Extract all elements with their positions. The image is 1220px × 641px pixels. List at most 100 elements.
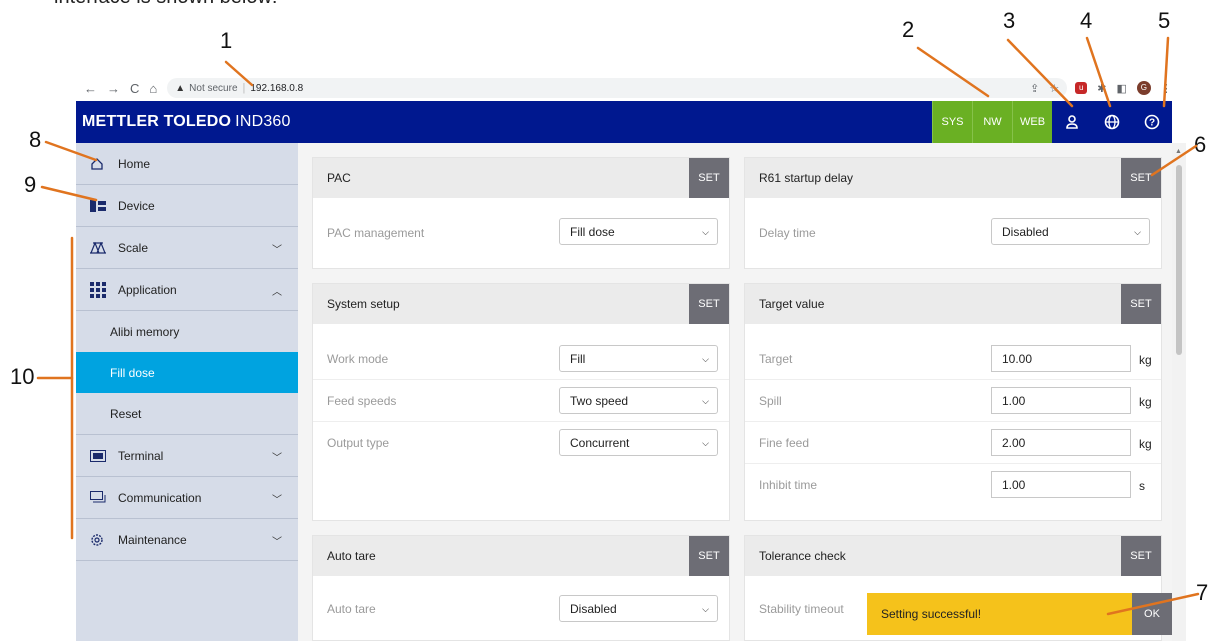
chevron-down-icon: ⌵	[702, 396, 709, 406]
sidebar-item-communication[interactable]: Communication ﹀	[76, 477, 298, 519]
inhibit-time-input[interactable]: 1.00	[991, 471, 1131, 498]
puzzle-icon[interactable]: ✱	[1097, 82, 1106, 95]
pac-management-select[interactable]: Fill dose ⌵	[559, 218, 718, 245]
sidebar-subitem-alibi-memory[interactable]: Alibi memory	[76, 311, 298, 352]
document-heading: interface is shown below:	[54, 0, 277, 9]
menu-kebab-icon[interactable]: ⋮	[1161, 82, 1172, 95]
home-icon[interactable]: ⌂	[149, 81, 157, 96]
field-label: Spill	[759, 393, 782, 408]
set-button[interactable]: SET	[689, 536, 729, 576]
back-icon[interactable]: ←	[84, 81, 97, 96]
language-button[interactable]	[1092, 101, 1132, 143]
field-label: Delay time	[759, 226, 816, 240]
set-button[interactable]: SET	[689, 284, 729, 324]
sidebar-item-scale[interactable]: Scale ﹀	[76, 227, 298, 269]
chevron-down-icon: ⌵	[702, 227, 709, 237]
card-title: Auto tare	[327, 549, 376, 563]
share-icon[interactable]: ⇪	[1030, 82, 1039, 95]
nw-button[interactable]: NW	[972, 101, 1012, 143]
sidebar-item-maintenance[interactable]: Maintenance ﹀	[76, 519, 298, 561]
sidebar-subitem-reset[interactable]: Reset	[76, 393, 298, 434]
scroll-up-icon[interactable]: ▲	[1175, 148, 1182, 155]
globe-icon	[1104, 114, 1120, 130]
field-label: Stability timeout	[759, 602, 844, 616]
field-label: Inhibit time	[759, 478, 818, 492]
chevron-up-icon: ︿	[272, 287, 282, 298]
system-setup-card: System setup SET Work mode Fill ⌵ Feed spe…	[312, 283, 730, 521]
scrollbar-thumb[interactable]	[1176, 165, 1182, 355]
brand-logo: METTLER TOLEDO IND360	[82, 113, 291, 131]
target-input[interactable]: 10.00	[991, 345, 1131, 372]
security-label: Not secure	[189, 82, 238, 94]
feed-speeds-select[interactable]: Two speed ⌵	[559, 387, 718, 414]
grid-icon	[90, 281, 110, 298]
reload-icon[interactable]: C	[130, 81, 139, 96]
work-mode-select[interactable]: Fill ⌵	[559, 345, 718, 372]
url-text: 192.168.0.8	[250, 82, 304, 94]
set-button[interactable]: SET	[1121, 284, 1161, 324]
chevron-down-icon: ⌵	[1134, 227, 1141, 237]
select-value: Disabled	[570, 601, 617, 616]
extension-shield-icon[interactable]: u	[1075, 82, 1088, 94]
select-value: Fill dose	[570, 224, 615, 239]
card-title: Target value	[759, 297, 825, 311]
select-value: Concurrent	[570, 435, 630, 450]
profile-avatar[interactable]: G	[1136, 81, 1151, 95]
set-button[interactable]: SET	[1121, 536, 1161, 576]
communication-icon	[90, 490, 110, 505]
terminal-icon	[90, 449, 110, 462]
chevron-down-icon: ﹀	[272, 537, 282, 548]
success-toast: Setting successful! OK	[867, 593, 1172, 635]
card-title: PAC	[327, 171, 351, 185]
sys-button[interactable]: SYS	[932, 101, 972, 143]
sidebar-item-home[interactable]: Home	[76, 143, 298, 185]
set-button[interactable]: SET	[689, 158, 729, 198]
spill-input[interactable]: 1.00	[991, 387, 1131, 414]
user-button[interactable]	[1052, 101, 1092, 143]
callout-number: 4	[1080, 8, 1093, 33]
toast-ok-button[interactable]: OK	[1132, 593, 1172, 635]
card-title: Tolerance check	[759, 549, 846, 563]
callout-number: 1	[220, 28, 233, 53]
select-value: Disabled	[1002, 224, 1049, 239]
address-bar[interactable]: ▲ Not secure | 192.168.0.8 ⇪ ☆	[167, 78, 1068, 98]
fine-feed-input[interactable]: 2.00	[991, 429, 1131, 456]
card-title: R61 startup delay	[759, 171, 854, 185]
forward-icon[interactable]: →	[107, 81, 120, 96]
sidebar-item-label: Maintenance	[118, 532, 187, 547]
device-icon	[90, 199, 110, 212]
sidebar-item-label: Scale	[118, 240, 149, 255]
help-button[interactable]: ?	[1132, 101, 1172, 143]
sidebar-subitem-fill-dose[interactable]: Fill dose	[76, 352, 298, 393]
field-label: Output type	[327, 436, 390, 450]
web-button[interactable]: WEB	[1012, 101, 1052, 143]
help-icon: ?	[1144, 114, 1160, 130]
delay-time-select[interactable]: Disabled ⌵	[991, 218, 1150, 245]
sidebar-nav: Home Device Scale ﹀ Application ︿ Alibi …	[76, 143, 298, 641]
chevron-down-icon: ﹀	[272, 495, 282, 506]
application-submenu: Alibi memory Fill dose Reset	[76, 311, 298, 435]
callout-number: 6	[1194, 132, 1207, 157]
field-label: Feed speeds	[327, 393, 397, 408]
star-icon[interactable]: ☆	[1049, 82, 1059, 95]
chevron-down-icon: ﹀	[272, 453, 282, 464]
field-label: Auto tare	[327, 602, 376, 616]
chevron-down-icon: ⌵	[702, 354, 709, 364]
sidepanel-icon[interactable]: ◧	[1116, 82, 1126, 95]
callout-number: 3	[1003, 8, 1016, 33]
pac-card: PAC SET PAC management Fill dose ⌵	[312, 157, 730, 269]
set-button[interactable]: SET	[1121, 158, 1161, 198]
target-value-card: Target value SET Target 10.00 kg Spill 1.…	[744, 283, 1162, 521]
main-scrollbar[interactable]: ▲	[1172, 143, 1186, 641]
output-type-select[interactable]: Concurrent ⌵	[559, 429, 718, 456]
auto-tare-select[interactable]: Disabled ⌵	[559, 595, 718, 622]
sidebar-item-terminal[interactable]: Terminal ﹀	[76, 435, 298, 477]
auto-tare-card: Auto tare SET Auto tare Disabled ⌵	[312, 535, 730, 641]
sidebar-item-device[interactable]: Device	[76, 185, 298, 227]
sidebar-item-application[interactable]: Application ︿	[76, 269, 298, 311]
sidebar-item-label: Home	[118, 156, 151, 171]
sidebar-item-label: Communication	[118, 490, 202, 505]
card-title: System setup	[327, 297, 400, 311]
document-figure: interface is shown below: 1 2 3 4 5 6 7 …	[0, 0, 1220, 641]
r61-startup-delay-card: R61 startup delay SET Delay time Disabled…	[744, 157, 1162, 269]
